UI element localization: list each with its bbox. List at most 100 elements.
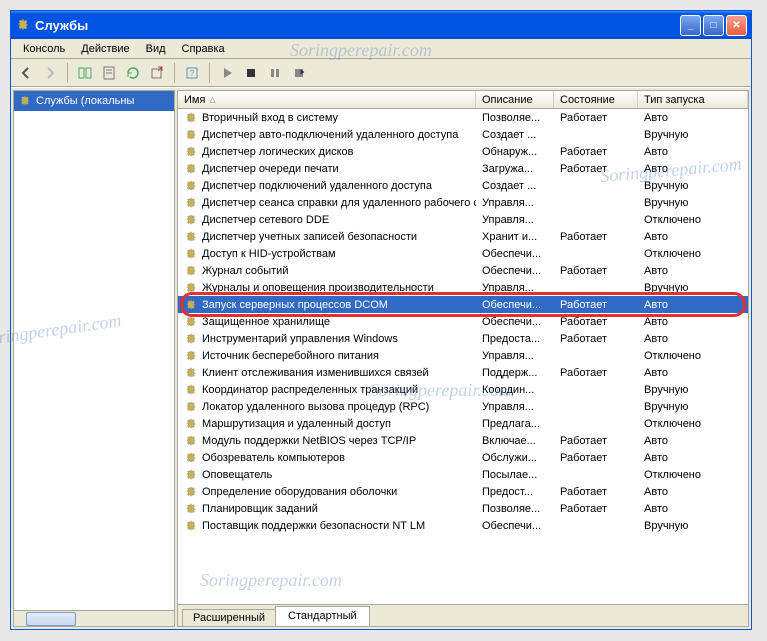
- service-icon: [184, 519, 198, 533]
- tab-extended[interactable]: Расширенный: [182, 609, 276, 626]
- service-start: Авто: [638, 146, 748, 158]
- table-row[interactable]: Маршрутизация и удаленный доступПредлага…: [178, 415, 748, 432]
- service-desc: Управля...: [476, 350, 554, 362]
- service-name: Инструментарий управления Windows: [202, 333, 398, 345]
- stop-service-button[interactable]: [240, 62, 262, 84]
- service-desc: Обнаруж...: [476, 146, 554, 158]
- col-header-start[interactable]: Тип запуска: [638, 91, 748, 108]
- service-icon: [184, 315, 198, 329]
- service-icon: [184, 281, 198, 295]
- service-start: Авто: [638, 333, 748, 345]
- body-area: Службы (локальны Имя△ Описание Состояние…: [11, 87, 751, 629]
- service-icon: [184, 468, 198, 482]
- service-desc: Предоста...: [476, 333, 554, 345]
- list-body[interactable]: Вторичный вход в системуПозволяе...Работ…: [178, 109, 748, 604]
- table-row[interactable]: ОповещательПосылае...Отключено: [178, 466, 748, 483]
- view-tabs: Расширенный Стандартный: [178, 604, 748, 626]
- service-state: Работает: [554, 146, 638, 158]
- col-header-desc[interactable]: Описание: [476, 91, 554, 108]
- service-state: Работает: [554, 435, 638, 447]
- export-button[interactable]: [146, 62, 168, 84]
- pause-service-button[interactable]: [264, 62, 286, 84]
- service-icon: [184, 128, 198, 142]
- service-icon: [184, 366, 198, 380]
- svg-text:?: ?: [190, 69, 195, 78]
- service-name: Диспетчер авто-подключений удаленного до…: [202, 129, 458, 141]
- properties-button[interactable]: [98, 62, 120, 84]
- table-row[interactable]: Диспетчер подключений удаленного доступа…: [178, 177, 748, 194]
- menu-help[interactable]: Справка: [174, 41, 233, 57]
- table-row[interactable]: Диспетчер логических дисков Обнаруж...Раб…: [178, 143, 748, 160]
- table-row[interactable]: Диспетчер сетевого DDEУправля...Отключен…: [178, 211, 748, 228]
- maximize-button[interactable]: □: [703, 15, 724, 36]
- service-start: Вручную: [638, 401, 748, 413]
- service-desc: Поддерж...: [476, 367, 554, 379]
- table-row[interactable]: Журнал событийОбеспечи...РаботаетАвто: [178, 262, 748, 279]
- tab-standard[interactable]: Стандартный: [275, 606, 370, 626]
- service-start: Отключено: [638, 214, 748, 226]
- restart-service-button[interactable]: [288, 62, 310, 84]
- start-service-button[interactable]: [216, 62, 238, 84]
- service-name: Клиент отслеживания изменившихся связей: [202, 367, 429, 379]
- service-desc: Хранит и...: [476, 231, 554, 243]
- service-start: Вручную: [638, 384, 748, 396]
- service-state: Работает: [554, 299, 638, 311]
- show-hide-tree-button[interactable]: [74, 62, 96, 84]
- table-row[interactable]: Запуск серверных процессов DCOMОбеспечи.…: [178, 296, 748, 313]
- table-row[interactable]: Диспетчер очереди печатиЗагружа...Работа…: [178, 160, 748, 177]
- service-desc: Позволяе...: [476, 112, 554, 124]
- table-row[interactable]: Источник бесперебойного питания Управля..…: [178, 347, 748, 364]
- service-desc: Включае...: [476, 435, 554, 447]
- table-row[interactable]: Поставщик поддержки безопасности NT LMОб…: [178, 517, 748, 534]
- service-name: Определение оборудования оболочки: [202, 486, 397, 498]
- table-row[interactable]: Инструментарий управления Windows Предост…: [178, 330, 748, 347]
- table-row[interactable]: Журналы и оповещения производительностиУ…: [178, 279, 748, 296]
- service-name: Источник бесперебойного питания: [202, 350, 379, 362]
- table-row[interactable]: Клиент отслеживания изменившихся связей П…: [178, 364, 748, 381]
- table-row[interactable]: Доступ к HID-устройствамОбеспечи...Отклю…: [178, 245, 748, 262]
- service-desc: Обеспечи...: [476, 299, 554, 311]
- table-row[interactable]: Диспетчер сеанса справки для удаленного …: [178, 194, 748, 211]
- table-row[interactable]: Координатор распределенных транзакцийКоо…: [178, 381, 748, 398]
- list-pane: Имя△ Описание Состояние Тип запуска Втор…: [177, 90, 749, 627]
- service-desc: Загружа...: [476, 163, 554, 175]
- service-name: Оповещатель: [202, 469, 272, 481]
- menu-action[interactable]: Действие: [73, 41, 137, 57]
- table-row[interactable]: Определение оборудования оболочки Предост…: [178, 483, 748, 500]
- table-row[interactable]: Планировщик заданийПозволяе...РаботаетАв…: [178, 500, 748, 517]
- col-header-state[interactable]: Состояние: [554, 91, 638, 108]
- minimize-button[interactable]: _: [680, 15, 701, 36]
- col-header-name[interactable]: Имя△: [178, 91, 476, 108]
- menu-console[interactable]: Консоль: [15, 41, 73, 57]
- table-row[interactable]: Диспетчер учетных записей безопасностиХр…: [178, 228, 748, 245]
- menu-view[interactable]: Вид: [138, 41, 174, 57]
- left-scrollbar[interactable]: [14, 610, 174, 626]
- help-button[interactable]: ?: [181, 62, 203, 84]
- close-button[interactable]: ✕: [726, 15, 747, 36]
- forward-button[interactable]: [39, 62, 61, 84]
- table-row[interactable]: Локатор удаленного вызова процедур (RPC)…: [178, 398, 748, 415]
- service-state: Работает: [554, 112, 638, 124]
- service-desc: Предост...: [476, 486, 554, 498]
- tree-root[interactable]: Службы (локальны: [14, 91, 174, 111]
- service-icon: [184, 264, 198, 278]
- service-name: Диспетчер логических дисков: [202, 146, 354, 158]
- service-state: Работает: [554, 231, 638, 243]
- service-icon: [184, 332, 198, 346]
- service-start: Авто: [638, 231, 748, 243]
- service-icon: [184, 400, 198, 414]
- table-row[interactable]: Защищенное хранилищеОбеспечи...РаботаетА…: [178, 313, 748, 330]
- service-name: Диспетчер сетевого DDE: [202, 214, 329, 226]
- back-button[interactable]: [15, 62, 37, 84]
- service-icon: [184, 145, 198, 159]
- refresh-button[interactable]: [122, 62, 144, 84]
- tree-root-label: Службы (локальны: [36, 95, 134, 107]
- table-row[interactable]: Диспетчер авто-подключений удаленного до…: [178, 126, 748, 143]
- table-row[interactable]: Обозреватель компьютеровОбслужи...Работа…: [178, 449, 748, 466]
- service-desc: Координ...: [476, 384, 554, 396]
- table-row[interactable]: Вторичный вход в системуПозволяе...Работ…: [178, 109, 748, 126]
- service-icon: [184, 298, 198, 312]
- service-icon: [184, 179, 198, 193]
- service-state: Работает: [554, 163, 638, 175]
- table-row[interactable]: Модуль поддержки NetBIOS через TCP/IPВкл…: [178, 432, 748, 449]
